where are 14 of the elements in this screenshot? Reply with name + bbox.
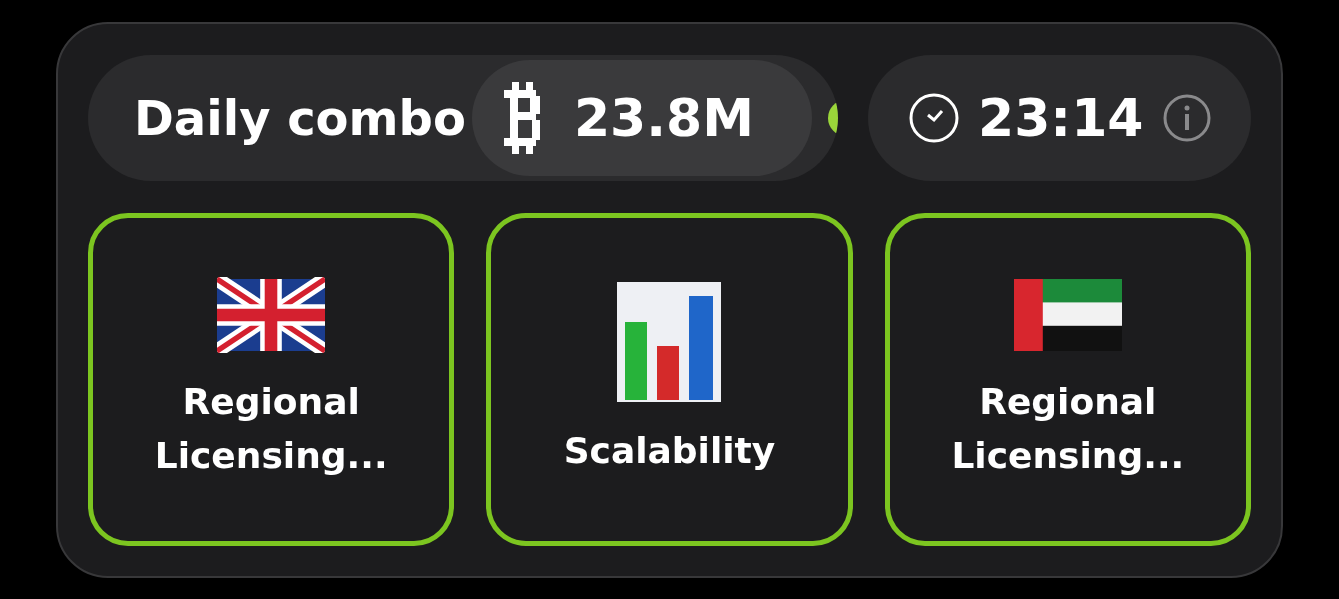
combo-card[interactable]: Scalability — [486, 213, 853, 546]
info-icon[interactable] — [1161, 93, 1212, 143]
combo-card[interactable]: Regional Licensing... — [88, 213, 455, 546]
combo-title: Daily combo — [134, 90, 466, 146]
card-label: Scalability — [562, 428, 777, 473]
card-label: Regional Licensing... — [153, 379, 389, 478]
combo-card[interactable]: Regional Licensing... — [884, 213, 1251, 546]
card-label: Regional Licensing... — [950, 379, 1186, 478]
flag-icon — [217, 276, 326, 353]
timer-text: 23:14 — [978, 88, 1144, 148]
flag-icon — [1013, 276, 1122, 353]
clock-icon — [908, 92, 960, 144]
reward-amount: 23.8M — [573, 88, 754, 148]
bar-chart-icon — [617, 281, 722, 402]
